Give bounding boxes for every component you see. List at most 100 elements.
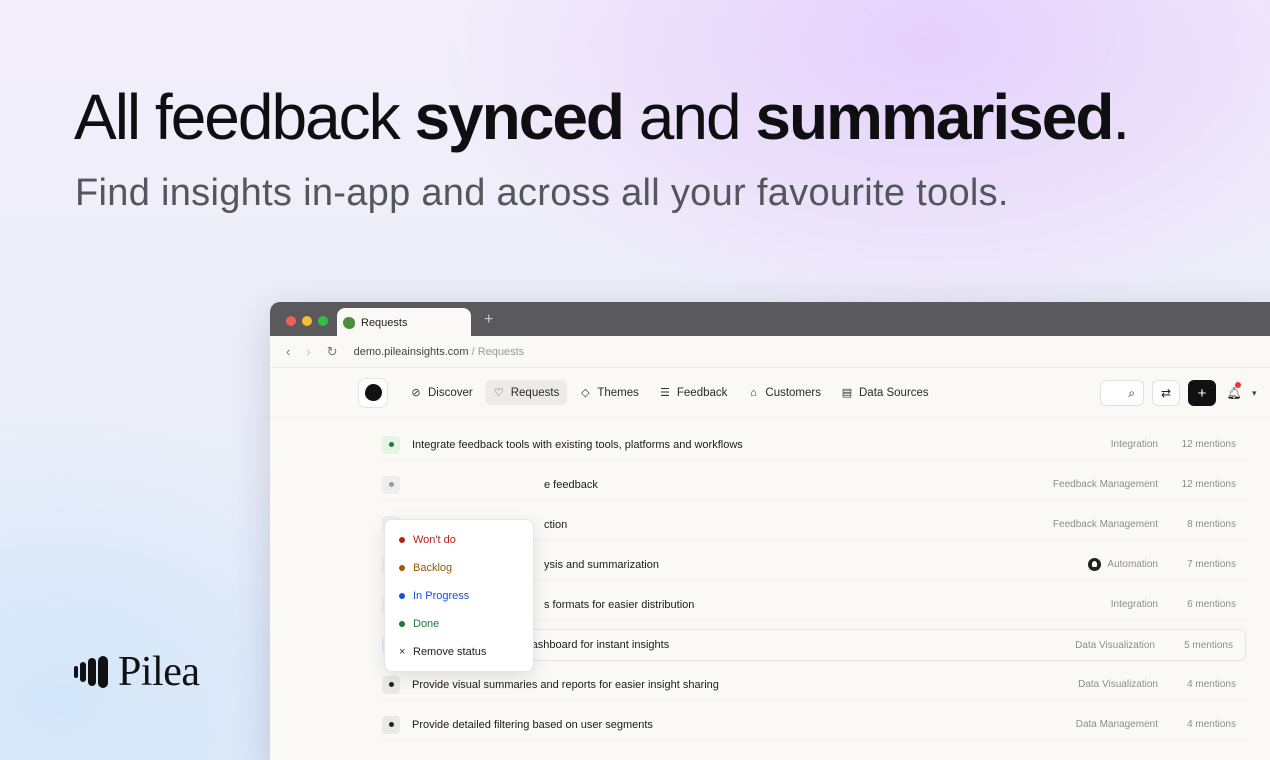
hero-title-part: All feedback (74, 81, 415, 153)
close-icon: × (399, 646, 406, 658)
request-tag-label: Automation (1107, 559, 1158, 570)
workspace-logo-icon (364, 384, 382, 401)
hero-title-part: . (1112, 81, 1130, 153)
reload-icon[interactable]: ↻ (327, 344, 338, 360)
request-mentions: 7 mentions (1187, 559, 1236, 570)
top-navigation: ⊘ Discover ♡ Requests ◇ Themes ☰ Feedback ⌂ C… (270, 368, 1270, 418)
status-dot-icon (399, 537, 405, 543)
hero-title: All feedback synced and summarised. (74, 80, 1130, 154)
search-icon: ⌕ (1128, 385, 1135, 400)
nav-item-label: Customers (765, 386, 821, 399)
url-text[interactable]: demo.pileainsights.com / Requests (354, 346, 525, 358)
status-option-label: Done (413, 618, 440, 630)
new-tab-button[interactable]: + (484, 311, 493, 329)
nav-item-feedback[interactable]: ☰ Feedback (651, 380, 736, 405)
sync-icon: ⇄ (1160, 386, 1172, 400)
status-option-backlog[interactable]: Backlog (385, 554, 533, 582)
status-button[interactable] (382, 675, 400, 694)
github-icon (1088, 558, 1102, 571)
hero-title-bold: synced (414, 81, 625, 153)
status-option-remove[interactable]: × Remove status (385, 638, 533, 666)
hero-title-bold: summarised (755, 81, 1114, 153)
nav-item-label: Data Sources (859, 386, 929, 399)
tab-title: Requests (361, 317, 408, 329)
status-option-label: Won't do (413, 534, 456, 546)
status-dot-icon (388, 442, 394, 447)
minimize-window-icon[interactable] (302, 316, 312, 326)
nav-item-customers[interactable]: ⌂ Customers (739, 381, 829, 405)
notification-badge (1235, 382, 1241, 388)
url-domain: demo.pileainsights.com (353, 345, 469, 358)
chevron-down-icon[interactable]: ▾ (1252, 388, 1257, 399)
status-option-wont-do[interactable]: Won't do (385, 526, 533, 554)
status-dot-icon (388, 682, 394, 687)
notifications-button[interactable]: 🔔︎ (1224, 380, 1244, 406)
status-dot-icon (399, 593, 405, 599)
hero-title-part: and (623, 81, 756, 153)
nav-item-data-sources[interactable]: ▤ Data Sources (833, 380, 937, 405)
table-row[interactable]: Provide detailed filtering based on user… (382, 709, 1248, 741)
database-icon: ▤ (841, 387, 853, 399)
request-mentions: 5 mentions (1184, 639, 1233, 651)
maximize-window-icon[interactable] (318, 316, 328, 326)
request-mentions: 6 mentions (1187, 599, 1236, 610)
tab-bar: Requests + (270, 302, 1270, 338)
sync-button[interactable]: ⇄ (1152, 380, 1180, 406)
compass-icon: ⊘ (411, 387, 421, 399)
status-option-in-progress[interactable]: In Progress (385, 582, 533, 610)
status-dot-icon (399, 565, 405, 571)
status-option-label: Backlog (413, 562, 453, 574)
nav-item-themes[interactable]: ◇ Themes (571, 380, 647, 405)
lightbulb-icon: ♡ (493, 387, 504, 399)
forward-icon[interactable]: › (306, 344, 310, 359)
request-title: Integrate feedback tools with existing t… (412, 438, 743, 451)
toolbar: ⌕ ⇄ + 🔔︎ ▾ (1100, 380, 1257, 406)
nav-item-label: Themes (597, 386, 639, 399)
workspace-logo-button[interactable] (358, 377, 388, 408)
request-tag: Integration (1110, 439, 1158, 450)
status-option-label: In Progress (413, 590, 470, 602)
status-dot-icon (388, 482, 394, 487)
browser-tab[interactable]: Requests (337, 308, 471, 338)
favicon-icon (343, 317, 355, 329)
add-button[interactable]: + (1188, 380, 1216, 406)
app-area: ⊘ Discover ♡ Requests ◇ Themes ☰ Feedback ⌂ C… (270, 368, 1270, 760)
status-dot-icon (399, 621, 405, 627)
search-button[interactable]: ⌕ (1100, 380, 1144, 406)
list-icon: ☰ (659, 387, 670, 399)
status-button[interactable] (382, 715, 400, 734)
brand-name: Pilea (118, 649, 200, 695)
tag-icon: ◇ (581, 387, 590, 399)
hero-subtitle: Find insights in-app and across all your… (75, 172, 1009, 214)
request-mentions: 12 mentions (1181, 479, 1236, 490)
address-bar[interactable]: ‹ › ↻ demo.pileainsights.com / Requests (270, 336, 1270, 368)
status-button[interactable] (382, 435, 400, 454)
table-row[interactable]: Provide visual summaries and reports for… (382, 669, 1248, 701)
table-row[interactable]: Integrate feedback tools with existing t… (382, 429, 1248, 461)
pilea-mark-icon (74, 656, 108, 688)
nav-item-label: Discover (428, 386, 473, 399)
status-button[interactable] (382, 475, 400, 494)
request-tag: Data Management (1075, 719, 1158, 730)
status-option-label: Remove status (413, 646, 487, 658)
nav-item-discover[interactable]: ⊘ Discover (402, 380, 481, 405)
request-mentions: 4 mentions (1187, 719, 1236, 730)
close-window-icon[interactable] (286, 316, 296, 326)
browser-window: Requests + ‹ › ↻ demo.pileainsights.com … (270, 302, 1270, 760)
request-tag: Data Visualization (1078, 679, 1158, 690)
request-mentions: 12 mentions (1181, 439, 1236, 450)
status-option-done[interactable]: Done (385, 610, 533, 638)
request-tag: Feedback Management (1052, 479, 1158, 490)
window-controls (286, 316, 328, 326)
request-title: Provide detailed filtering based on user… (412, 718, 653, 731)
plus-icon: + (1197, 384, 1207, 402)
table-row[interactable]: e feedback Feedback Management 12 mentio… (382, 469, 1248, 501)
request-tag: Integration (1110, 599, 1158, 610)
request-title: e feedback (544, 478, 598, 491)
status-dropdown-menu: Won't do Backlog In Progress Done × Remov… (384, 519, 534, 672)
request-tag: Data Visualization (1075, 639, 1155, 651)
nav-item-label: Requests (510, 386, 560, 399)
request-tag: Automation (1088, 558, 1158, 571)
back-icon[interactable]: ‹ (286, 344, 290, 359)
nav-item-requests[interactable]: ♡ Requests (484, 380, 568, 405)
